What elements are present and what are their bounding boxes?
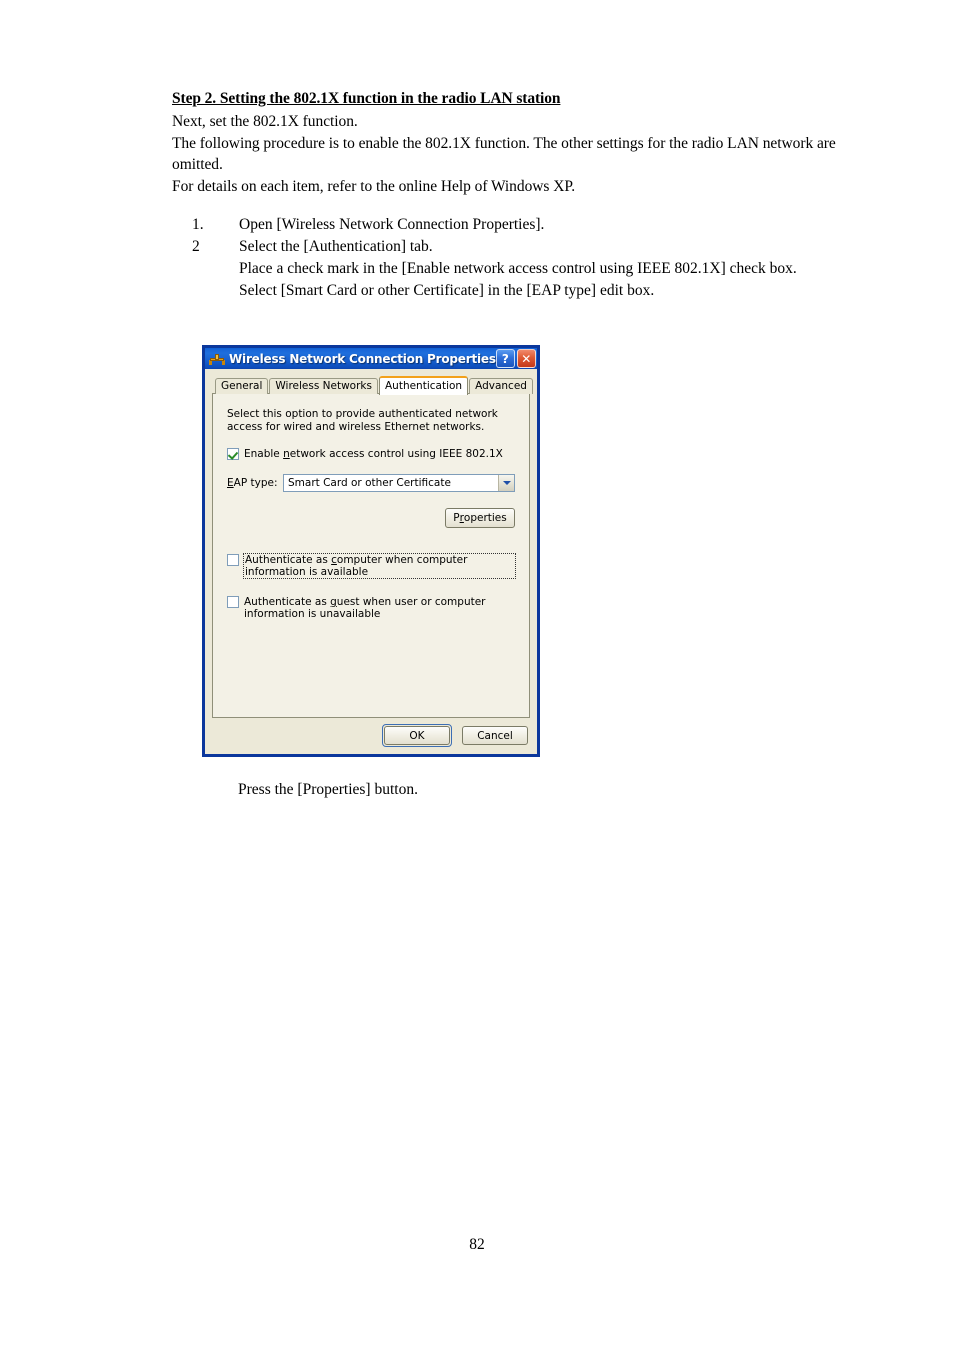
tab-authentication[interactable]: Authentication xyxy=(378,376,469,395)
wireless-network-connection-properties-dialog: Wireless Network Connection Properties ?… xyxy=(202,345,540,757)
cancel-button[interactable]: Cancel xyxy=(462,726,528,745)
tab-general[interactable]: General xyxy=(215,378,269,394)
dialog-footer-buttons: OK Cancel xyxy=(205,718,537,754)
document-text-block: Step 2. Setting the 802.1X function in t… xyxy=(172,88,884,197)
step-number: 2 xyxy=(192,238,200,255)
authenticate-as-computer-checkbox[interactable] xyxy=(227,554,239,566)
dialog-titlebar[interactable]: Wireless Network Connection Properties ?… xyxy=(202,345,540,369)
paragraph-details: For details on each item, refer to the o… xyxy=(172,177,576,195)
authenticate-as-computer-checkbox-row[interactable]: Authenticate as computer when computer i… xyxy=(227,553,516,579)
enable-network-access-control-checkbox-row[interactable]: Enable network access control using IEEE… xyxy=(227,448,515,460)
step-substep-checkbox-instruction: Place a check mark in the [Enable networ… xyxy=(239,260,797,277)
dialog-title: Wireless Network Connection Properties xyxy=(229,351,496,366)
authenticate-as-computer-label: Authenticate as computer when computer i… xyxy=(243,553,516,579)
eap-type-label: EAP type: xyxy=(227,477,278,489)
step-text: Open [Wireless Network Connection Proper… xyxy=(239,216,545,233)
titlebar-buttons: ? ✕ xyxy=(495,349,536,368)
panel-description: Select this option to provide authentica… xyxy=(227,408,498,433)
numbered-steps-list: 1. Open [Wireless Network Connection Pro… xyxy=(192,214,892,302)
network-adapter-icon xyxy=(209,351,225,367)
eap-type-select[interactable]: Smart Card or other Certificate xyxy=(283,474,515,492)
list-item: 1. Open [Wireless Network Connection Pro… xyxy=(192,214,892,236)
paragraph-next-set: Next, set the 802.1X function. xyxy=(172,113,358,130)
tabstrip: General Wireless Networks Authentication… xyxy=(212,375,533,395)
tab-advanced[interactable]: Advanced xyxy=(469,378,533,394)
enable-network-access-control-label: Enable network access control using IEEE… xyxy=(244,448,503,460)
ok-button-wrapper: OK xyxy=(382,724,452,747)
paragraph-procedure: The following procedure is to enable the… xyxy=(172,134,836,174)
authenticate-as-guest-checkbox[interactable] xyxy=(227,596,239,608)
help-icon[interactable]: ? xyxy=(495,349,515,368)
dialog-body: General Wireless Networks Authentication… xyxy=(205,369,537,718)
eap-type-selected-value: Smart Card or other Certificate xyxy=(288,477,451,489)
eap-type-row: EAP type: Smart Card or other Certificat… xyxy=(227,474,515,492)
cancel-button-wrapper: Cancel xyxy=(460,724,530,747)
step-heading: Step 2. Setting the 802.1X function in t… xyxy=(172,90,561,107)
close-icon[interactable]: ✕ xyxy=(516,349,536,368)
list-item: 2 Select the [Authentication] tab. xyxy=(192,236,892,258)
step-number: 1. xyxy=(192,216,204,233)
ok-button[interactable]: OK xyxy=(384,726,450,745)
enable-network-access-control-checkbox[interactable] xyxy=(227,448,239,460)
authenticate-as-guest-label: Authenticate as guest when user or compu… xyxy=(244,596,486,620)
page-number: 82 xyxy=(469,1236,485,1253)
tab-wireless-networks[interactable]: Wireless Networks xyxy=(269,378,378,394)
properties-button-row: Pr operties xyxy=(227,508,515,528)
step-text: Select the [Authentication] tab. xyxy=(239,238,433,255)
properties-button[interactable]: Pr operties xyxy=(445,508,515,528)
authentication-tab-panel: Select this option to provide authentica… xyxy=(212,393,530,718)
chevron-down-icon[interactable] xyxy=(498,475,514,491)
press-properties-note: Press the [Properties] button. xyxy=(238,781,418,798)
step-substep-eap-instruction: Select [Smart Card or other Certificate]… xyxy=(239,282,655,299)
authenticate-as-guest-checkbox-row[interactable]: Authenticate as guest when user or compu… xyxy=(227,596,515,620)
